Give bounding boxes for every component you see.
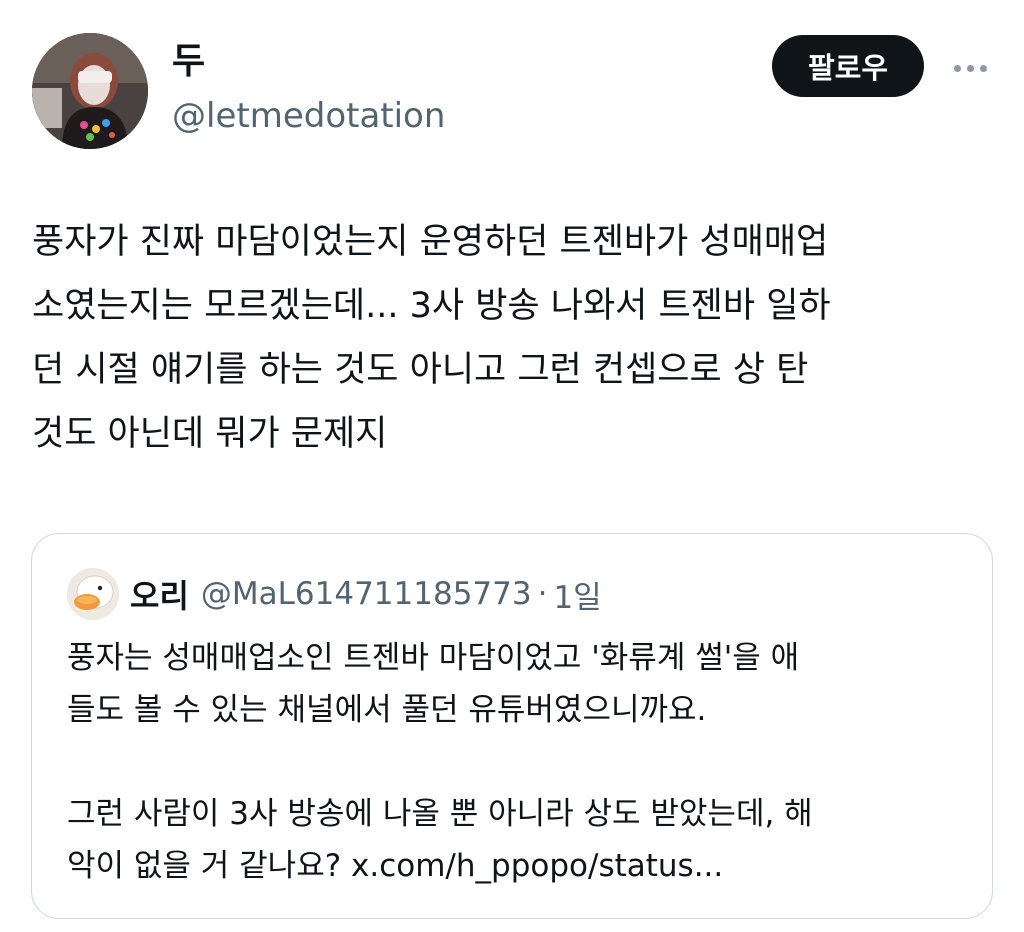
more-options-button[interactable] (944, 48, 996, 88)
quoted-author-name[interactable]: 오리 (130, 571, 189, 617)
quoted-tweet[interactable]: 오리 @MaL614711185773 · 1일 풍자는 성매매업소인 트젠바 … (31, 533, 993, 919)
author-handle[interactable]: @letmedotation (172, 95, 445, 137)
follow-button[interactable]: 팔로우 (772, 35, 924, 97)
more-horizontal-icon (966, 64, 974, 72)
quoted-timestamp[interactable]: 1일 (553, 572, 601, 617)
quoted-tweet-text: 풍자는 성매매업소인 트젠바 마담이었고 '화류계 썰'을 애 들도 볼 수 있… (67, 640, 813, 884)
avatar-photo-icon (32, 33, 148, 149)
more-horizontal-icon (953, 64, 961, 72)
tweet-text: 풍자가 진짜 마담이었는지 운영하던 트젠바가 성매매업 소였는지는 모르겠는데… (32, 222, 831, 454)
separator-dot: · (537, 576, 548, 612)
quoted-header: 오리 @MaL614711185773 · 1일 (130, 572, 602, 616)
author-name[interactable]: 두 (172, 40, 205, 84)
quoted-author-avatar[interactable] (67, 568, 119, 620)
tweet: 두 @letmedotation 팔로우 풍자가 진짜 마담이었는지 운영하던 … (0, 0, 1024, 932)
more-horizontal-icon (979, 64, 987, 72)
quoted-author-handle[interactable]: @MaL614711185773 (201, 576, 532, 612)
duck-avatar-icon (67, 568, 119, 620)
author-avatar[interactable] (32, 33, 148, 149)
